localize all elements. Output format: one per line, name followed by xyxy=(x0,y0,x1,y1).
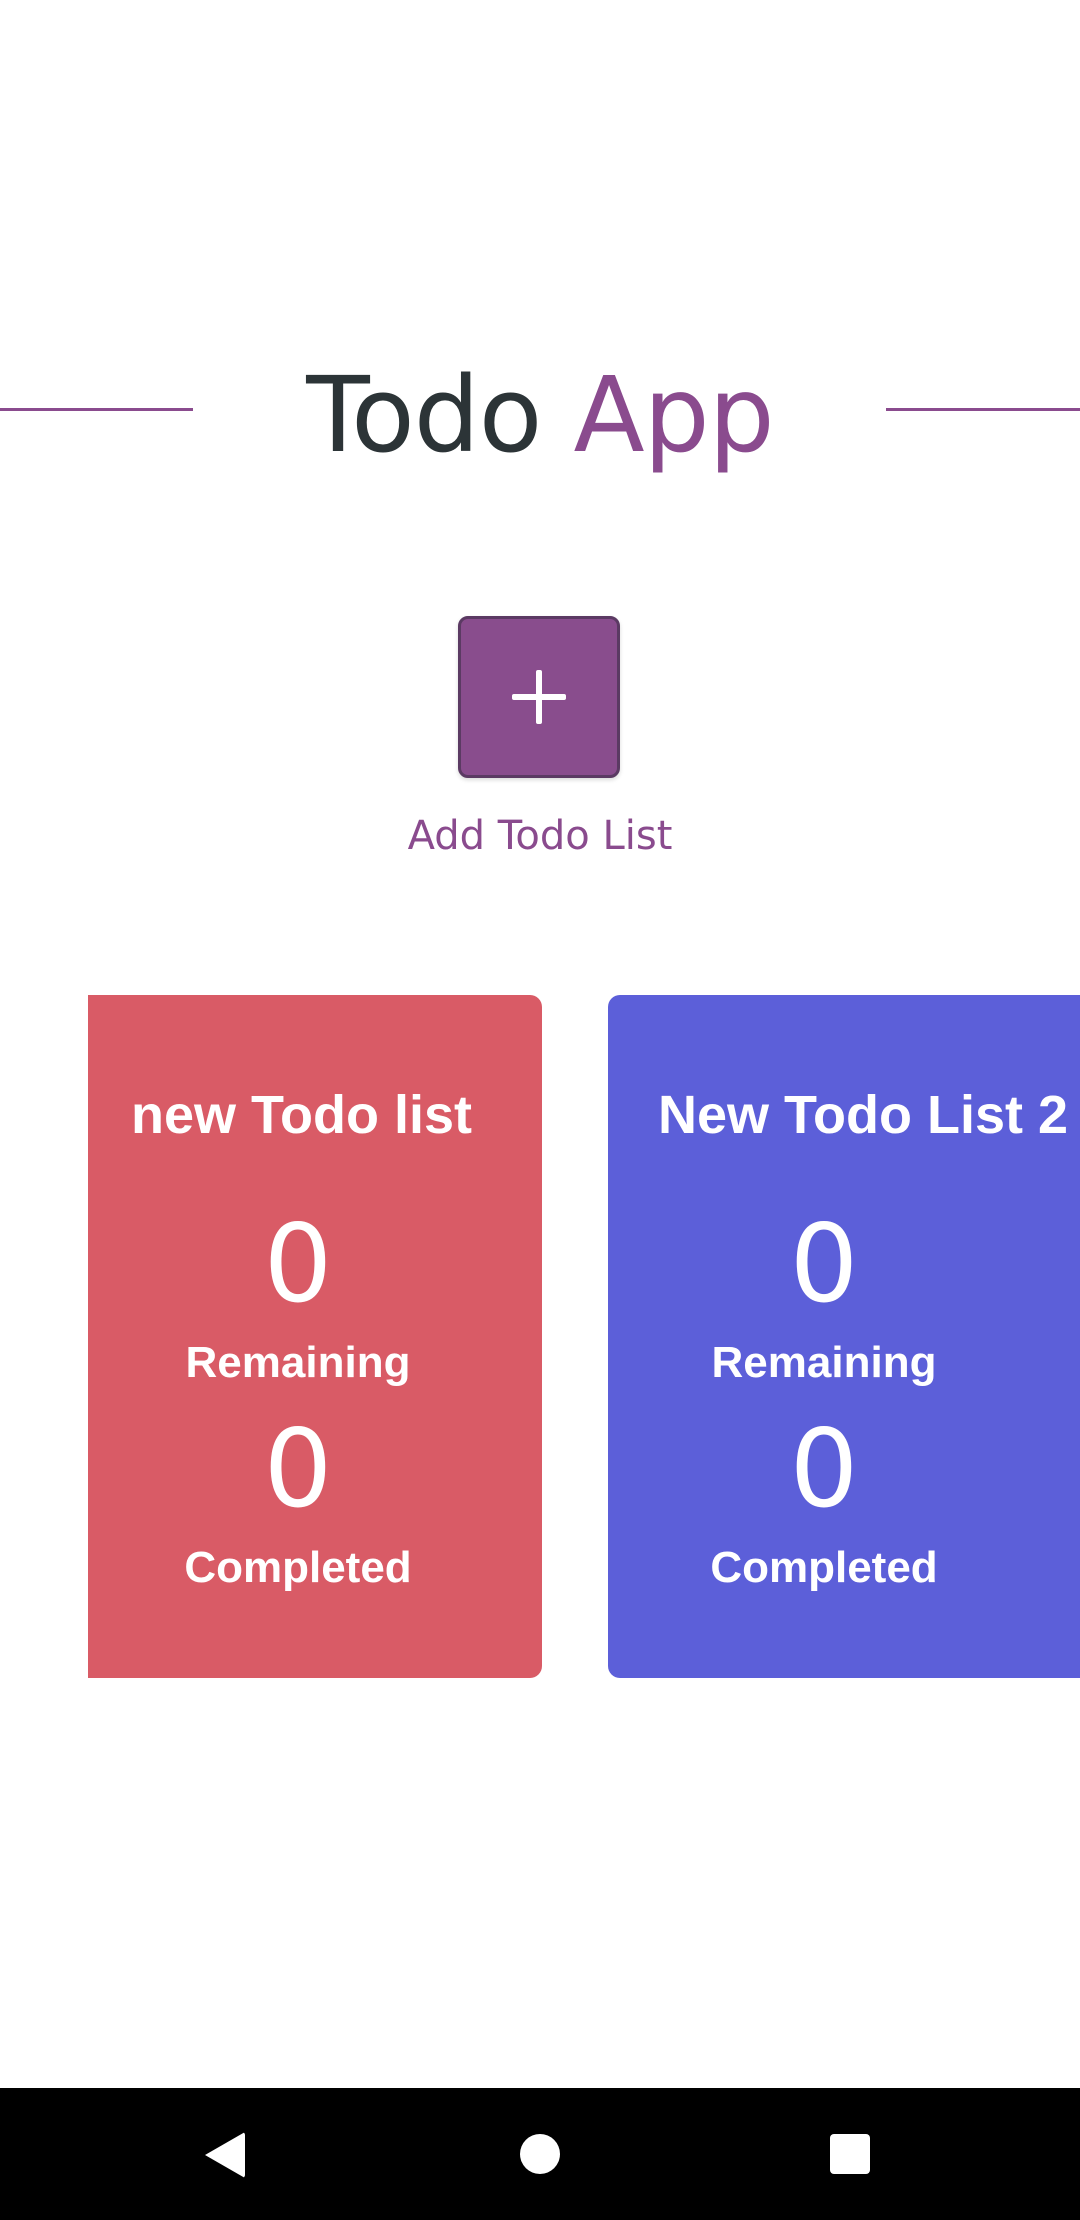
card-title: new Todo list xyxy=(131,1085,472,1145)
completed-label: Completed xyxy=(710,1543,938,1592)
completed-count: 0 xyxy=(789,1407,859,1532)
title-row: Todo App xyxy=(0,340,1080,490)
remaining-label: Remaining xyxy=(185,1338,411,1387)
todo-app-screen: Todo App Add Todo List new Todo list 0 R… xyxy=(0,0,1080,2220)
back-triangle-icon xyxy=(205,2132,245,2178)
plus-icon xyxy=(512,670,566,724)
completed-count: 0 xyxy=(263,1407,333,1532)
card-title: New Todo List 2 xyxy=(658,1085,1069,1145)
page-title: Todo App xyxy=(0,340,1080,490)
page-title-accent: App xyxy=(573,354,775,476)
nav-back-button[interactable] xyxy=(157,2088,297,2220)
add-todo-list-button[interactable] xyxy=(458,616,620,778)
add-todo-list-label[interactable]: Add Todo List xyxy=(0,806,1080,866)
nav-recent-apps-button[interactable] xyxy=(780,2088,920,2220)
system-navigation-bar xyxy=(0,2088,1080,2220)
remaining-count: 0 xyxy=(263,1202,333,1327)
page-title-main: Todo xyxy=(306,354,542,476)
todo-list-card[interactable]: new Todo list 0 Remaining 0 Completed xyxy=(88,995,542,1678)
nav-home-button[interactable] xyxy=(470,2088,610,2220)
recent-apps-square-icon xyxy=(830,2134,870,2174)
completed-label: Completed xyxy=(184,1543,412,1592)
remaining-count: 0 xyxy=(789,1202,859,1327)
todo-list-card[interactable]: New Todo List 2 0 Remaining 0 Completed xyxy=(608,995,1080,1678)
title-divider-right xyxy=(886,408,1080,411)
home-circle-icon xyxy=(520,2134,560,2174)
remaining-label: Remaining xyxy=(711,1338,937,1387)
